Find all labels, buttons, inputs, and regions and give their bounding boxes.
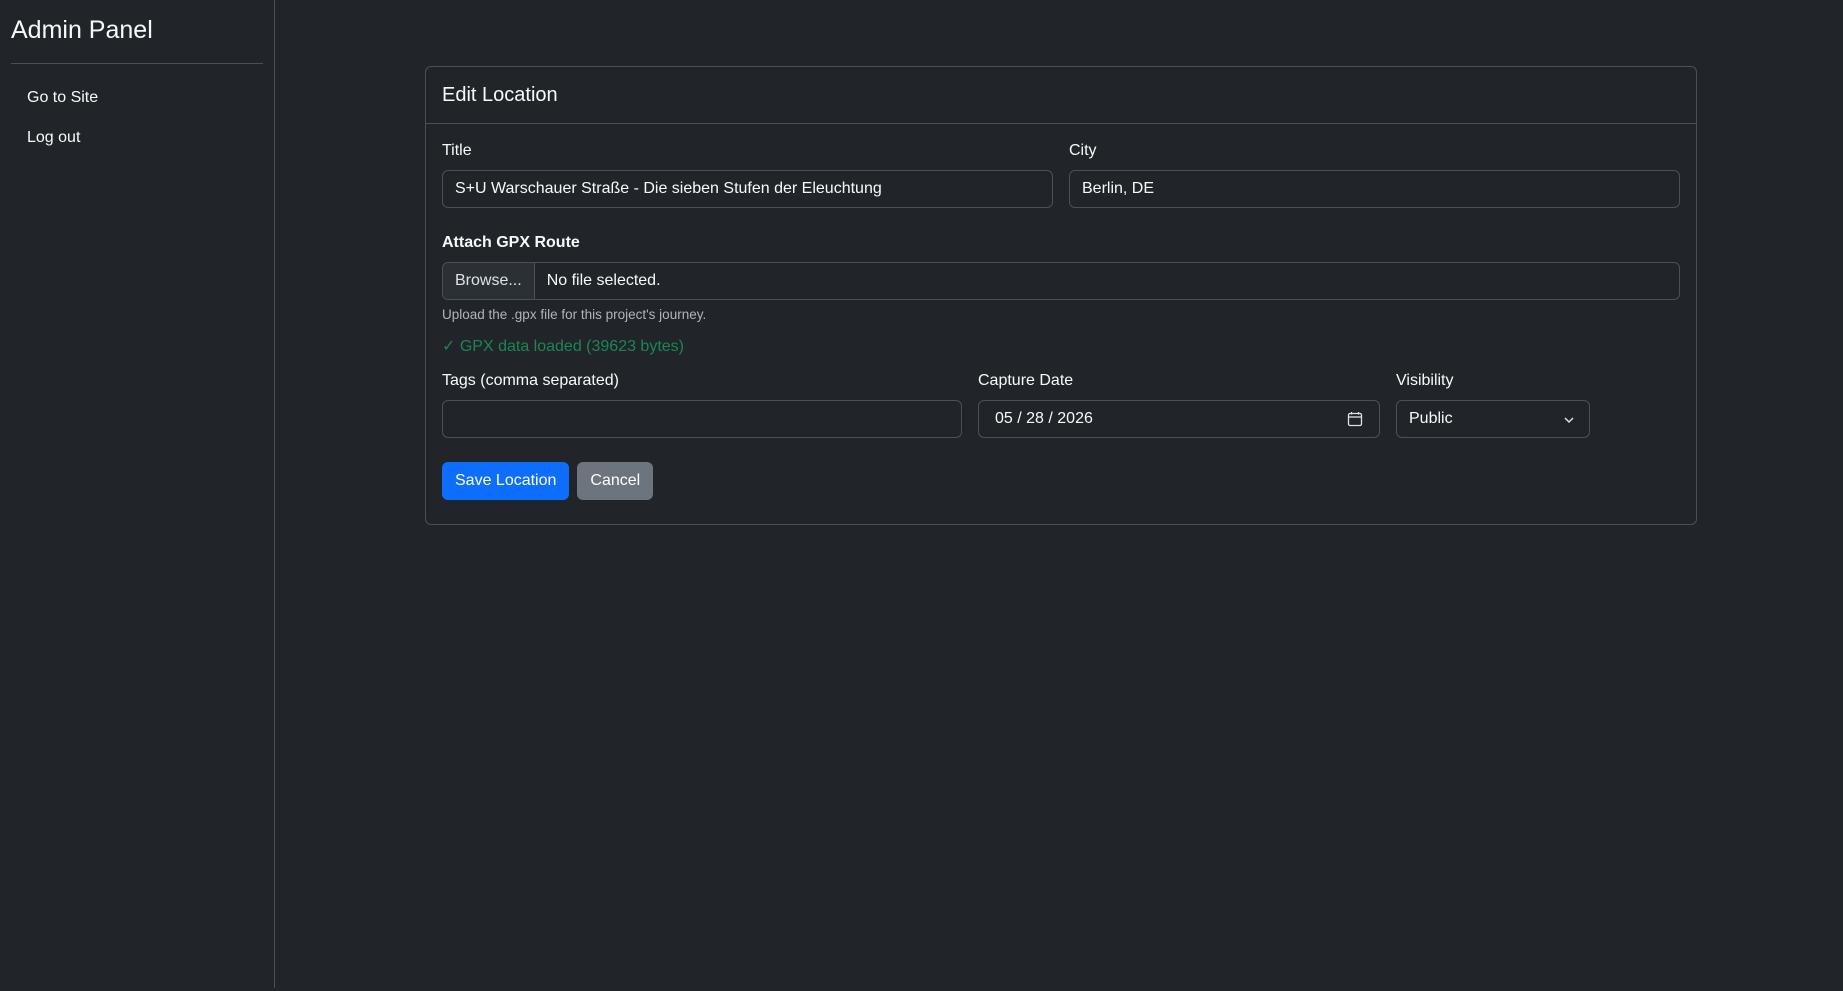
capture-date-group: Capture Date 05 / 28 / 2026: [978, 370, 1380, 438]
gpx-label: Attach GPX Route: [442, 234, 580, 251]
tags-input[interactable]: [442, 400, 962, 438]
title-group: Title S+U Warschauer Straße - Die sieben…: [442, 140, 1053, 208]
sidebar-item-log-out[interactable]: Log out: [11, 118, 263, 158]
card-body: Title S+U Warschauer Straße - Die sieben…: [426, 124, 1696, 500]
brand-title: Admin Panel: [11, 14, 263, 64]
main-content: Edit Location Title S+U Warschauer Straß…: [275, 0, 1843, 991]
card-title: Edit Location: [426, 67, 1696, 124]
visibility-label: Visibility: [1396, 372, 1454, 389]
gpx-help-text: Upload the .gpx file for this project's …: [442, 307, 707, 322]
browse-button[interactable]: Browse...: [443, 263, 535, 299]
gpx-loaded-status: ✓ GPX data loaded (39623 bytes): [442, 338, 684, 355]
file-status: No file selected.: [546, 272, 661, 289]
gpx-group: Attach GPX Route Browse... No file selec…: [442, 232, 1680, 358]
save-location-button[interactable]: Save Location: [442, 462, 570, 500]
calendar-icon[interactable]: [1347, 411, 1363, 427]
gpx-file-input[interactable]: Browse... No file selected.: [442, 262, 1680, 300]
edit-location-card: Edit Location Title S+U Warschauer Straß…: [425, 66, 1697, 525]
visibility-select[interactable]: Public: [1396, 400, 1590, 438]
app-layout: Admin Panel Go to Site Log out Edit Loca…: [0, 0, 1843, 991]
visibility-group: Visibility Public: [1396, 370, 1590, 438]
form-actions: Save Location Cancel: [442, 462, 1680, 500]
title-label: Title: [442, 142, 472, 159]
tags-group: Tags (comma separated): [442, 370, 962, 438]
cancel-button[interactable]: Cancel: [577, 462, 654, 500]
city-input[interactable]: Berlin, DE: [1069, 170, 1680, 208]
chevron-down-icon: [1563, 413, 1575, 425]
city-group: City Berlin, DE: [1069, 140, 1680, 208]
title-input[interactable]: S+U Warschauer Straße - Die sieben Stufe…: [442, 170, 1053, 208]
tags-label: Tags (comma separated): [442, 372, 619, 389]
capture-date-value: 05 / 28 / 2026: [995, 410, 1093, 427]
meta-row: Tags (comma separated) Capture Date 05 /…: [442, 370, 1680, 438]
visibility-value: Public: [1409, 410, 1453, 427]
sidebar: Admin Panel Go to Site Log out: [0, 0, 275, 988]
capture-date-input[interactable]: 05 / 28 / 2026: [978, 400, 1380, 438]
capture-date-label: Capture Date: [978, 372, 1074, 389]
title-city-row: Title S+U Warschauer Straße - Die sieben…: [442, 140, 1680, 208]
city-label: City: [1069, 142, 1097, 159]
sidebar-item-go-to-site[interactable]: Go to Site: [11, 78, 263, 118]
